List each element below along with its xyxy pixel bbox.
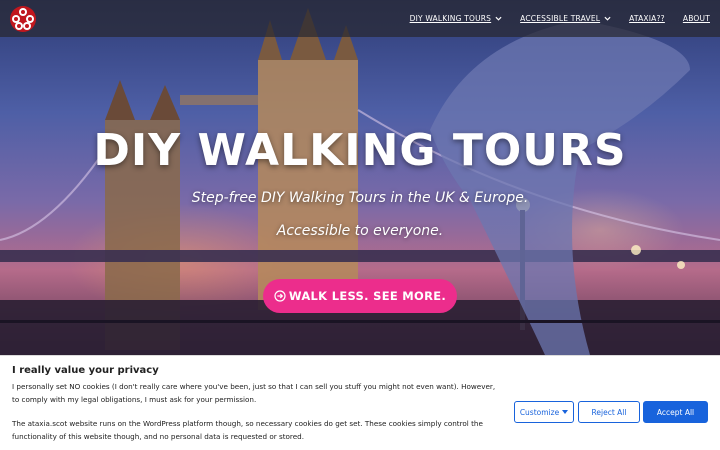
nav-accessible-travel[interactable]: ACCESSIBLE TRAVEL <box>520 14 611 23</box>
cookie-banner-text: I personally set NO cookies (I don't rea… <box>12 382 496 404</box>
hero-title: DIY WALKING TOURS <box>93 125 627 176</box>
reject-label: Reject All <box>591 407 627 417</box>
chevron-down-icon <box>495 16 502 21</box>
ataxia-logo-icon[interactable] <box>9 5 37 33</box>
customize-label: Customize <box>519 407 560 417</box>
nav-label: ACCESSIBLE TRAVEL <box>520 14 601 23</box>
main-nav: DIY WALKING TOURS ACCESSIBLE TRAVEL ATAX… <box>410 0 710 37</box>
nav-about[interactable]: ABOUT <box>683 14 710 23</box>
customize-button[interactable]: Customize <box>514 401 574 423</box>
nav-label: ATAXIA?? <box>629 14 665 23</box>
nav-diy-walking-tours[interactable]: DIY WALKING TOURS <box>410 14 503 23</box>
nav-ataxia[interactable]: ATAXIA?? <box>629 14 665 23</box>
arrow-circle-right-icon <box>274 290 286 302</box>
nav-label: DIY WALKING TOURS <box>409 14 492 23</box>
cta-label: WALK LESS. SEE MORE. <box>288 289 447 303</box>
reject-all-button[interactable]: Reject All <box>578 401 640 423</box>
walk-less-see-more-button[interactable]: WALK LESS. SEE MORE. <box>263 279 457 313</box>
hero-tagline: Accessible to everyone. <box>276 223 444 239</box>
chevron-down-icon <box>604 16 611 21</box>
accept-label: Accept All <box>656 407 695 417</box>
site-header: DIY WALKING TOURS ACCESSIBLE TRAVEL ATAX… <box>0 0 720 37</box>
nav-label: ABOUT <box>682 14 710 23</box>
cookie-banner-title: I really value your privacy <box>12 365 159 376</box>
cookie-banner-text: The ataxia.scot website runs on the Word… <box>12 419 483 441</box>
caret-down-icon <box>562 410 569 414</box>
accept-all-button[interactable]: Accept All <box>643 401 708 423</box>
hero-subtitle: Step-free DIY Walking Tours in the UK & … <box>191 190 529 206</box>
